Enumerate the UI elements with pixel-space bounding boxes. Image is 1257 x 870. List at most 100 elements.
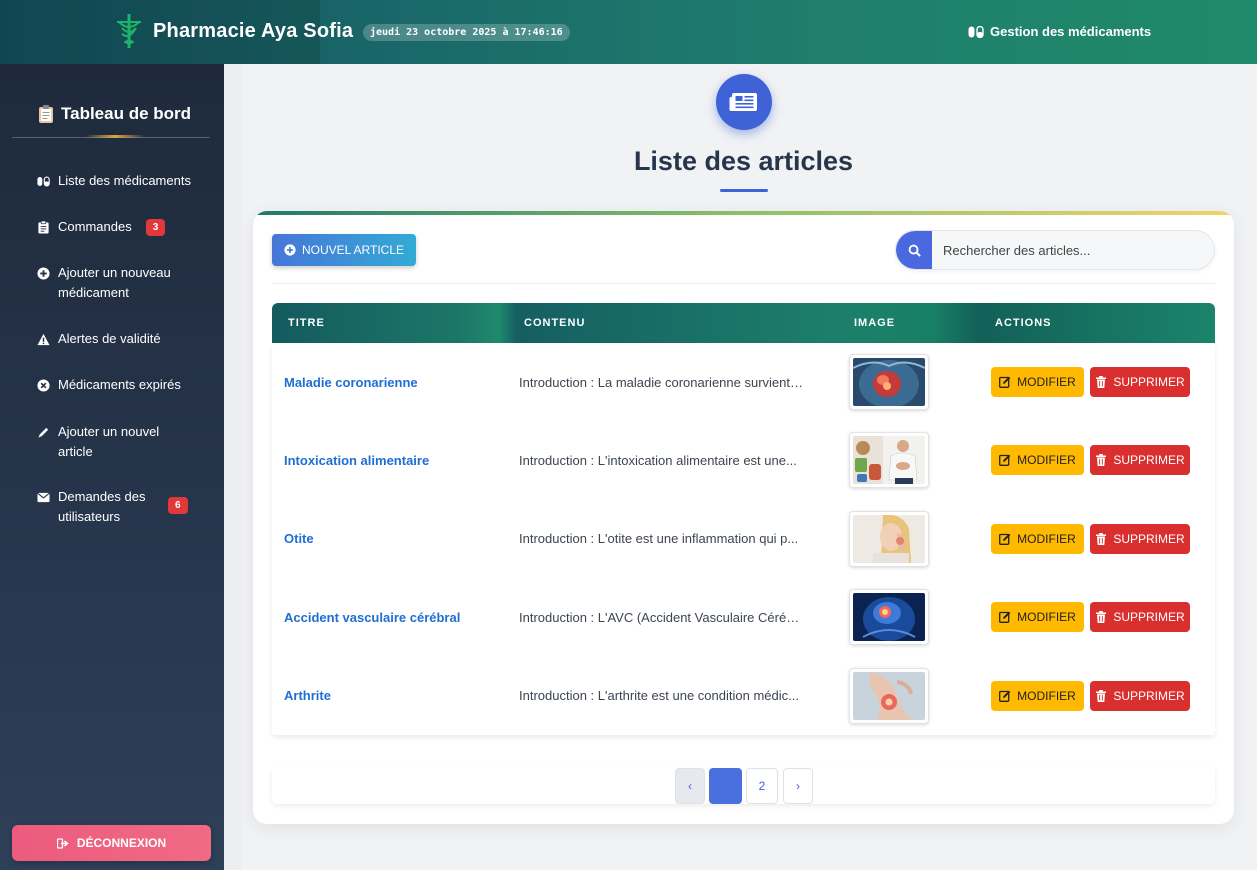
article-title-link[interactable]: Otite [284, 500, 314, 578]
logout-label: DÉCONNEXION [76, 836, 167, 850]
new-article-button[interactable]: NOUVEL ARTICLE [272, 234, 416, 266]
sidebar-item-label: Demandes des utilisateurs [58, 489, 146, 524]
edit-button[interactable]: MODIFIER [991, 680, 1084, 711]
sidebar-item-label: Alertes de validité [58, 331, 161, 346]
content-text: Introduction : L'arthrite est une condit… [519, 688, 799, 704]
pagination-page-1[interactable] [709, 768, 742, 804]
edit-button[interactable]: MODIFIER [991, 367, 1084, 397]
clipboard-icon [39, 105, 53, 123]
table-row: Maladie coronarienne Introduction : La m… [272, 343, 1215, 421]
article-thumbnail[interactable] [849, 354, 929, 410]
table-row: Accident vasculaire cérébral Introductio… [272, 578, 1215, 656]
delete-button[interactable]: SUPPRIMER [1090, 602, 1190, 633]
edit-icon [999, 690, 1011, 702]
trash-icon [1096, 454, 1107, 467]
article-title-link[interactable]: Accident vasculaire cérébral [284, 578, 460, 656]
sidebar-divider-accent [85, 135, 145, 138]
sign-out-icon [56, 837, 69, 849]
pagination-next[interactable]: › [783, 768, 813, 804]
article-thumbnail[interactable] [849, 589, 929, 646]
brand-name[interactable]: Pharmacie Aya Sofia [153, 20, 353, 43]
edit-label: MODIFIER [1017, 375, 1076, 389]
logout-button[interactable]: DÉCONNEXION [12, 825, 211, 861]
column-header-actions: ACTIONS [995, 317, 1052, 329]
heart-image [853, 358, 925, 406]
plus-circle-icon [284, 244, 296, 256]
edit-icon [999, 376, 1011, 388]
sidebar-item-demandes[interactable]: Demandes des utilisateurs 6 [36, 487, 188, 527]
article-title-link[interactable]: Arthrite [284, 657, 331, 735]
delete-label: SUPPRIMER [1113, 531, 1185, 546]
delete-label: SUPPRIMER [1113, 610, 1185, 625]
article-thumbnail[interactable] [849, 432, 929, 489]
sidebar-item-add-medicament[interactable]: Ajouter un nouveau médicament [36, 263, 186, 303]
article-content-preview: Introduction : L'AVC (Accident Vasculair… [519, 578, 809, 656]
pills-icon [968, 25, 984, 38]
article-title-link[interactable]: Maladie coronarienne [284, 343, 418, 421]
sidebar-item-expires[interactable]: Médicaments expirés [36, 375, 181, 395]
pagination: ‹ 2 › [272, 766, 1215, 804]
trash-icon [1096, 376, 1107, 388]
article-content-preview: Introduction : L'intoxication alimentair… [519, 421, 809, 499]
content-text: Introduction : L'AVC (Accident Vasculair… [519, 609, 804, 625]
edit-button[interactable]: MODIFIER [991, 445, 1084, 476]
edit-label: MODIFIER [1017, 453, 1076, 468]
warning-icon [36, 329, 50, 349]
sidebar-item-label: Liste des médicaments [58, 173, 191, 188]
pagination-page-2[interactable]: 2 [746, 768, 778, 804]
table-row: Otite Introduction : L'otite est une inf… [272, 500, 1215, 578]
delete-button[interactable]: SUPPRIMER [1090, 680, 1190, 711]
page-title: Liste des articles [633, 146, 854, 176]
trash-icon [1096, 689, 1107, 702]
article-content-preview: Introduction : L'arthrite est une condit… [519, 657, 809, 735]
edit-icon [999, 455, 1011, 467]
sidebar-item-add-article[interactable]: Ajouter un nouvel article [36, 422, 176, 462]
envelope-icon [36, 487, 50, 507]
delete-button[interactable]: SUPPRIMER [1090, 367, 1190, 397]
sidebar-item-commandes[interactable]: Commandes 3 [36, 217, 166, 237]
table-row: Intoxication alimentaire Introduction : … [272, 421, 1215, 499]
clipboard-list-icon [36, 217, 50, 237]
card-accent-line [253, 211, 1234, 215]
column-header-image: IMAGE [854, 317, 896, 329]
new-article-label: NOUVEL ARTICLE [301, 243, 405, 257]
content-text: Introduction : L'intoxication alimentair… [519, 453, 797, 469]
delete-label: SUPPRIMER [1113, 375, 1185, 389]
search-input[interactable] [932, 231, 1214, 269]
delete-button[interactable]: SUPPRIMER [1090, 445, 1190, 476]
edit-label: MODIFIER [1017, 531, 1076, 546]
delete-label: SUPPRIMER [1113, 688, 1185, 703]
newspaper-icon [716, 74, 772, 130]
table-header: TITRE CONTENU IMAGE ACTIONS [272, 303, 1215, 343]
caduceus-icon [117, 14, 141, 48]
pills-icon [36, 171, 50, 191]
requests-count-badge: 6 [168, 497, 188, 514]
articles-table: TITRE CONTENU IMAGE ACTIONS Maladie coro… [272, 303, 1215, 735]
sidebar-item-medicaments[interactable]: Liste des médicaments [36, 171, 191, 191]
article-title-link[interactable]: Intoxication alimentaire [284, 421, 429, 499]
sidebar: Tableau de bord Liste des médicaments Co… [0, 64, 224, 870]
delete-button[interactable]: SUPPRIMER [1090, 523, 1190, 554]
edit-label: MODIFIER [1017, 688, 1076, 703]
toolbar-divider [272, 283, 1215, 284]
sidebar-item-alertes[interactable]: Alertes de validité [36, 329, 161, 349]
main-content: Liste des articles NOUVEL ARTICLE TITRE … [224, 64, 1257, 870]
edit-button[interactable]: MODIFIER [991, 523, 1084, 554]
article-thumbnail[interactable] [849, 510, 929, 567]
sidebar-item-label: Ajouter un nouvel article [58, 424, 160, 459]
top-navbar: Pharmacie Aya Sofia jeudi 23 octobre 202… [0, 0, 1257, 64]
delete-label: SUPPRIMER [1113, 453, 1185, 468]
brain-image [853, 593, 925, 642]
article-thumbnail[interactable] [849, 667, 929, 724]
sidebar-item-label: Ajouter un nouveau médicament [58, 265, 171, 300]
datetime-badge: jeudi 23 octobre 2025 à 17:46:16 [363, 24, 570, 41]
table-row: Arthrite Introduction : L'arthrite est u… [272, 657, 1215, 735]
column-header-titre: TITRE [288, 317, 325, 329]
search-button[interactable] [896, 231, 932, 269]
knee-image [853, 671, 925, 720]
nav-link-medicaments[interactable]: Gestion des médicaments [968, 24, 1151, 39]
x-circle-icon [36, 375, 50, 395]
edit-button[interactable]: MODIFIER [991, 602, 1084, 633]
pagination-prev[interactable]: ‹ [675, 768, 705, 804]
pen-icon [36, 422, 50, 442]
